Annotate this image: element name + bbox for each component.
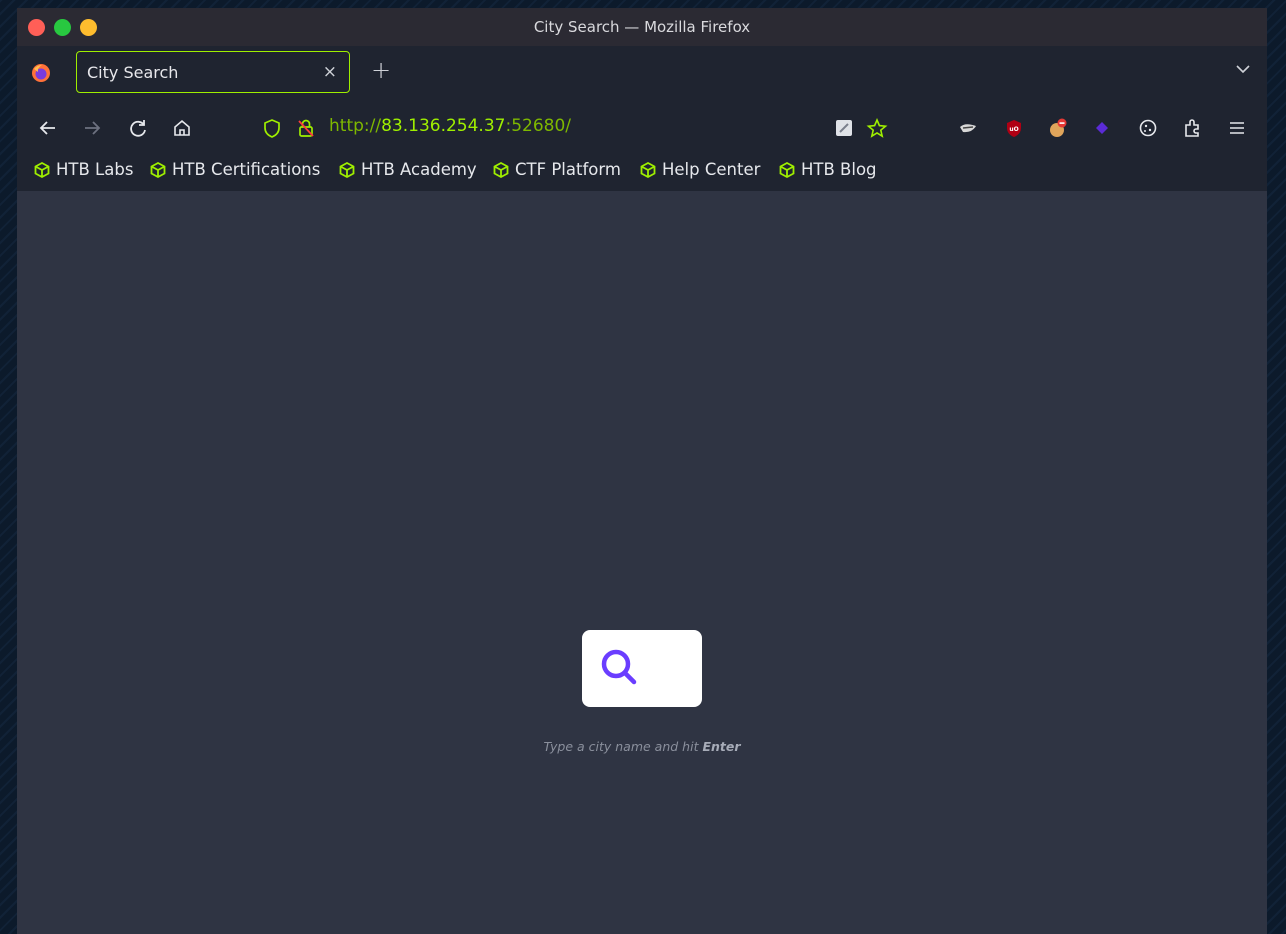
puzzle-icon[interactable]: [1181, 117, 1203, 139]
bookmark-htb-labs[interactable]: HTB Labs: [33, 160, 133, 179]
hint-key: Enter: [702, 739, 741, 754]
url-port: :52680/: [505, 116, 572, 136]
window-title: City Search — Mozilla Firefox: [533, 18, 751, 36]
url-host: 83.136.254.37: [381, 116, 506, 136]
htb-cube-icon: [339, 161, 355, 178]
cookie-icon[interactable]: [1137, 117, 1159, 139]
shield-icon[interactable]: [261, 117, 283, 139]
tab-label: City Search: [87, 63, 179, 82]
hint-text: Type a city name and hit: [543, 739, 699, 754]
search-icon[interactable]: [599, 647, 641, 689]
extension-cookie-editor-icon[interactable]: [1047, 117, 1069, 139]
city-search-input[interactable]: [582, 630, 702, 707]
navigation-bar: http://83.136.254.37:52680/ uO: [17, 100, 1267, 154]
reload-icon[interactable]: [127, 117, 149, 139]
url-scheme: http://: [329, 116, 382, 136]
firefox-icon[interactable]: [31, 63, 51, 83]
insecure-lock-icon[interactable]: [295, 117, 317, 139]
htb-cube-icon: [150, 161, 166, 178]
bookmark-label: HTB Blog: [801, 160, 877, 179]
tab-bar: City Search × +: [17, 46, 1267, 100]
bookmark-label: HTB Certifications: [172, 160, 321, 179]
ublock-origin-icon[interactable]: uO: [1003, 117, 1025, 139]
extension-wappalyzer-icon[interactable]: [957, 117, 979, 139]
htb-cube-icon: [34, 161, 50, 178]
menu-icon[interactable]: [1226, 117, 1248, 139]
chevron-down-icon[interactable]: [1235, 64, 1251, 74]
search-hint: Type a city name and hit Enter: [17, 739, 1267, 754]
new-tab-button[interactable]: +: [371, 56, 391, 84]
home-icon[interactable]: [171, 117, 193, 139]
reader-icon[interactable]: [833, 117, 855, 139]
star-icon[interactable]: [866, 117, 888, 139]
bookmark-htb-certifications[interactable]: HTB Certifications: [149, 160, 320, 179]
bookmark-htb-blog[interactable]: HTB Blog: [778, 160, 877, 179]
bookmark-label: Help Center: [662, 160, 761, 179]
svg-text:uO: uO: [1009, 126, 1018, 133]
bookmark-label: HTB Labs: [56, 160, 134, 179]
forward-icon[interactable]: [81, 117, 103, 139]
back-icon[interactable]: [37, 117, 59, 139]
htb-cube-icon: [640, 161, 656, 178]
tab-city-search[interactable]: City Search ×: [76, 51, 350, 93]
address-bar[interactable]: http://83.136.254.37:52680/: [329, 116, 571, 136]
htb-cube-icon: [779, 161, 795, 178]
bookmarks-toolbar: HTB Labs HTB Certifications HTB Academy …: [17, 154, 1267, 191]
htb-cube-icon: [493, 161, 509, 178]
bookmark-help-center[interactable]: Help Center: [639, 160, 760, 179]
browser-window: City Search — Mozilla Firefox City Searc…: [17, 8, 1267, 934]
bookmark-ctf-platform[interactable]: CTF Platform: [492, 160, 621, 179]
bookmark-label: CTF Platform: [515, 160, 621, 179]
title-bar: City Search — Mozilla Firefox: [17, 8, 1267, 46]
bookmark-label: HTB Academy: [361, 160, 477, 179]
close-tab-icon[interactable]: ×: [323, 62, 337, 82]
extension-diamond-icon[interactable]: [1091, 117, 1113, 139]
bookmark-htb-academy[interactable]: HTB Academy: [338, 160, 477, 179]
page-content: Type a city name and hit Enter: [17, 191, 1267, 934]
